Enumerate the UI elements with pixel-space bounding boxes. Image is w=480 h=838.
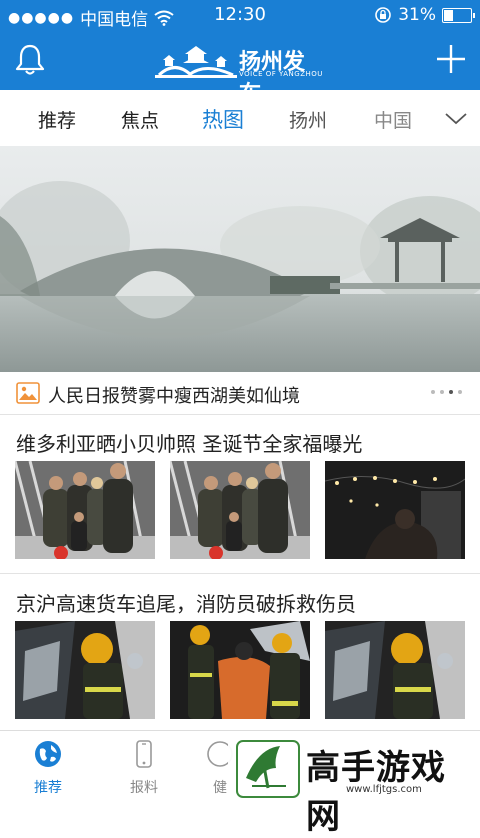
article-thumbnail bbox=[15, 621, 155, 719]
bell-icon bbox=[15, 44, 45, 75]
plus-icon bbox=[437, 45, 465, 73]
watermark-logo-icon bbox=[236, 740, 300, 798]
pager-dot bbox=[458, 390, 462, 394]
tab-yangzhou[interactable]: 扬州 bbox=[289, 106, 327, 133]
globe-icon bbox=[35, 741, 61, 767]
pager-dot bbox=[440, 390, 444, 394]
carousel-pager bbox=[431, 390, 462, 394]
article-thumbnail bbox=[325, 461, 465, 559]
app-header: 扬州发布 VOICE OF YANGZHOU bbox=[0, 30, 480, 107]
tab-focus[interactable]: 焦点 bbox=[121, 106, 159, 133]
battery-icon bbox=[442, 7, 475, 23]
phone-icon bbox=[136, 740, 152, 768]
watermark: 高手游戏网 www.lfjtgs.com bbox=[228, 738, 480, 837]
divider bbox=[0, 414, 480, 415]
app-logo: 扬州发布 VOICE OF YANGZHOU bbox=[155, 42, 325, 107]
battery-percent: 31% bbox=[398, 5, 436, 25]
article-thumbnail bbox=[170, 461, 310, 559]
hero-caption: 人民日报赞雾中瘦西湖美如仙境 bbox=[48, 386, 300, 407]
article-title: 维多利亚晒小贝帅照 圣诞节全家福曝光 bbox=[16, 432, 363, 456]
image-icon bbox=[16, 382, 40, 404]
logo-subtitle: VOICE OF YANGZHOU bbox=[239, 70, 323, 78]
status-bar: ●●●●● 中国电信 12:30 31% bbox=[0, 0, 480, 30]
hero-caption-row[interactable]: 人民日报赞雾中瘦西湖美如仙境 bbox=[0, 372, 480, 414]
tab-recommend[interactable]: 推荐 bbox=[38, 106, 76, 133]
tabbar-recommend[interactable]: 推荐 bbox=[18, 739, 78, 797]
hero-image[interactable] bbox=[0, 146, 480, 372]
watermark-url: www.lfjtgs.com bbox=[346, 784, 422, 795]
rotation-lock-icon bbox=[375, 7, 392, 23]
article-thumbnail bbox=[325, 621, 465, 719]
channel-tabs: 推荐 焦点 热图 扬州 中国 bbox=[0, 90, 480, 147]
pager-dot bbox=[431, 390, 435, 394]
divider bbox=[0, 573, 480, 574]
tab-china[interactable]: 中国 bbox=[374, 106, 412, 133]
pager-dot-active bbox=[449, 390, 453, 394]
article-title: 京沪高速货车追尾，消防员破拆救伤员 bbox=[16, 592, 356, 616]
add-button[interactable] bbox=[432, 40, 470, 78]
tab-hot-pictures[interactable]: 热图 bbox=[202, 104, 244, 134]
notification-button[interactable] bbox=[12, 42, 48, 78]
misty-lake-photo bbox=[0, 146, 480, 372]
article-thumbnail bbox=[170, 621, 310, 719]
article-thumbnail bbox=[15, 461, 155, 559]
chevron-down-icon bbox=[445, 113, 467, 125]
tabbar-label: 报料 bbox=[130, 780, 158, 796]
more-channels-button[interactable] bbox=[444, 108, 468, 128]
tabbar-label: 推荐 bbox=[34, 780, 62, 796]
pavilion-icon bbox=[155, 46, 237, 78]
tabbar-report[interactable]: 报料 bbox=[114, 739, 174, 797]
